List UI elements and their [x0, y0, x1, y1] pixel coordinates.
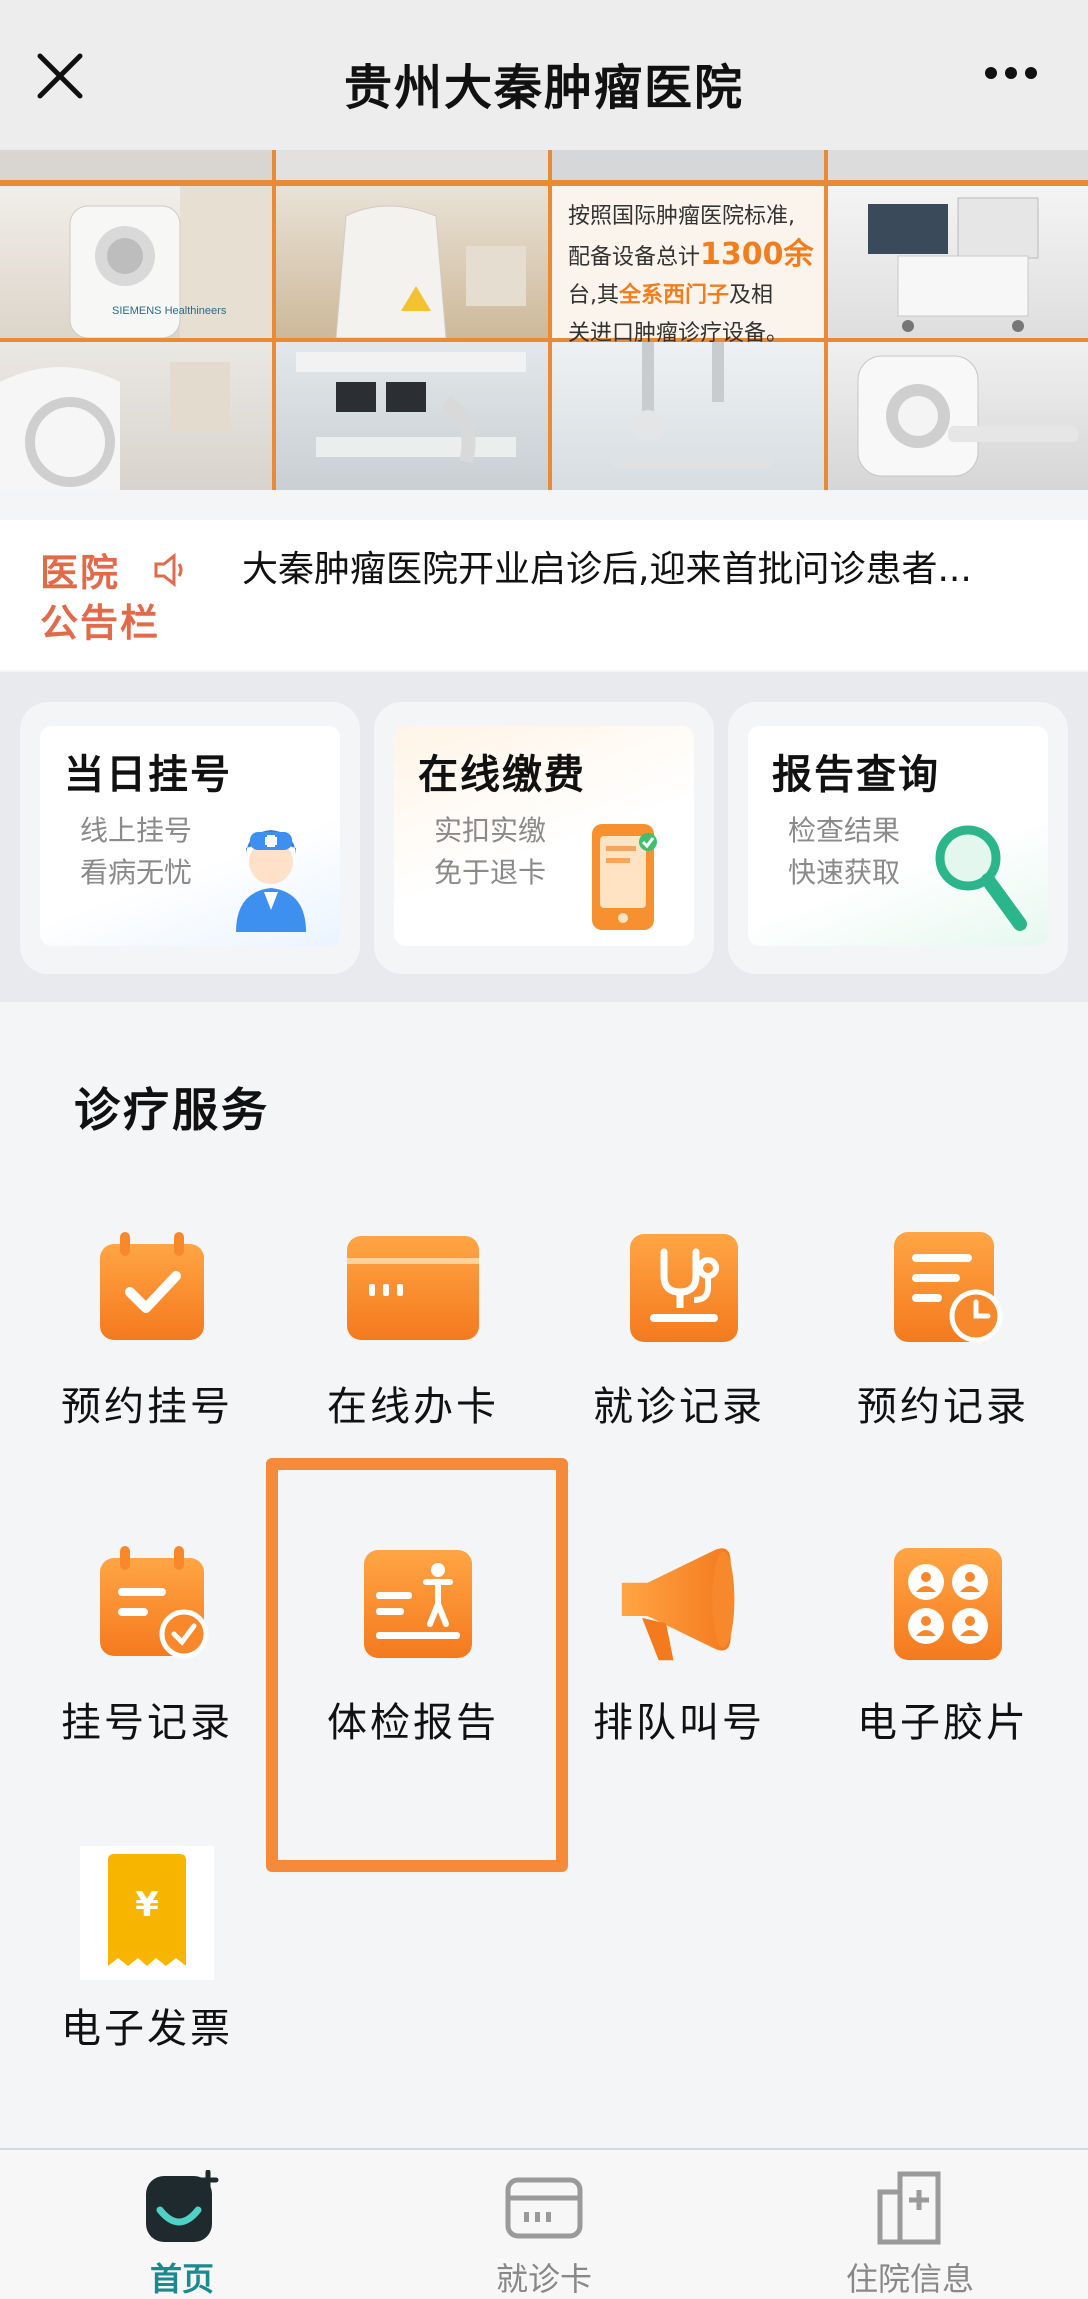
banner-brand-logo: SIEMENS Healthineers — [112, 305, 227, 317]
phone-payment-icon — [592, 824, 657, 930]
section-title-services: 诊疗服务 — [74, 1083, 270, 1137]
mri-photo — [0, 342, 272, 490]
card-outline-icon — [505, 2177, 583, 2239]
page-title: 贵州大秦肿瘤医院 — [343, 60, 744, 116]
service-queue-calling[interactable]: 排队叫号 — [554, 1544, 804, 1774]
announcement-bar[interactable]: 医院 公告栏 大秦肿瘤医院开业启诊后,迎来首批问诊患者... — [0, 520, 1088, 670]
speaker-icon — [154, 552, 183, 588]
operating-room-photo — [552, 342, 824, 490]
service-label: 电子胶片 — [857, 1700, 1029, 1746]
quick-card-same-day-registration[interactable]: 当日挂号 线上挂号看病无忧 — [20, 702, 360, 974]
hospital-building-icon — [877, 2171, 941, 2245]
tab-inpatient-info[interactable]: 住院信息 — [800, 2170, 1020, 2298]
banner-text-line2: 配备设备总计1300余 — [568, 237, 814, 272]
service-label: 排队叫号 — [593, 1700, 765, 1746]
home-smile-icon — [146, 2170, 219, 2242]
card-icon — [347, 1236, 479, 1340]
service-visit-records[interactable]: 就诊记录 — [554, 1228, 804, 1458]
quick-card-title: 报告查询 — [772, 752, 940, 798]
banner-text-line1: 按照国际肿瘤医院标准, — [568, 204, 795, 229]
anesthesia-machine-photo — [828, 186, 1088, 338]
megaphone-icon — [621, 1548, 735, 1661]
service-label: 预约挂号 — [61, 1384, 233, 1430]
film-grid-icon — [894, 1548, 1002, 1660]
tab-label: 住院信息 — [845, 2260, 974, 2298]
tab-visit-card[interactable]: 就诊卡 — [434, 2170, 654, 2298]
quick-card-online-payment[interactable]: 在线缴费 实扣实缴免于退卡 — [374, 702, 714, 974]
service-appointment-registration[interactable]: 预约挂号 — [22, 1228, 272, 1458]
magnifier-icon — [935, 825, 1027, 931]
top-nav-bar: 贵州大秦肿瘤医院 — [0, 0, 1088, 150]
service-online-card[interactable]: 在线办卡 — [288, 1228, 538, 1458]
announcement-text[interactable]: 大秦肿瘤医院开业启诊后,迎来首批问诊患者... — [242, 542, 1042, 598]
quick-card-desc: 检查结果快速获取 — [788, 814, 901, 889]
service-appointment-records[interactable]: 预约记录 — [818, 1228, 1068, 1458]
quick-actions: 当日挂号 线上挂号看病无忧 在线缴费 实扣实缴免于退卡 报告查询 检查结果快速获… — [0, 672, 1088, 1002]
service-label: 在线办卡 — [327, 1384, 499, 1430]
tab-label: 就诊卡 — [495, 2260, 592, 2298]
service-registration-records[interactable]: 挂号记录 — [22, 1544, 272, 1774]
stethoscope-icon — [630, 1234, 738, 1342]
service-electronic-invoice[interactable]: ¥ 电子发票 — [22, 1846, 272, 2080]
svg-text:¥: ¥ — [135, 1885, 159, 1925]
ct-scanner-photo: SIEMENS Healthineers — [0, 186, 272, 338]
quick-card-report-query[interactable]: 报告查询 检查结果快速获取 — [728, 702, 1068, 974]
service-label: 就诊记录 — [593, 1384, 765, 1430]
doctor-icon — [236, 830, 306, 932]
angiography-photo — [276, 342, 548, 490]
badge-line2: 公告栏 — [40, 601, 161, 645]
document-clock-icon — [894, 1232, 1003, 1343]
highlight-annotation-box — [266, 1458, 568, 1872]
calendar-list-icon — [100, 1546, 209, 1659]
more-options-icon[interactable] — [984, 64, 1038, 82]
banner-text-line3: 台,其全系西门子及相 — [568, 283, 774, 308]
calendar-check-icon — [100, 1232, 204, 1340]
banner-text-line4: 关进口肿瘤诊疗设备。 — [568, 321, 789, 346]
service-label: 挂号记录 — [61, 1700, 233, 1746]
quick-card-title: 在线缴费 — [418, 752, 586, 798]
bottom-tab-bar: 首页 就诊卡 住院信息 — [0, 2148, 1088, 2299]
equipment-banner[interactable]: SIEMENS Healthineers 按照国际肿瘤医院标准, 配备设备总计1… — [0, 150, 1088, 490]
quick-card-title: 当日挂号 — [64, 752, 232, 798]
tab-label: 首页 — [149, 2260, 214, 2298]
quick-card-desc: 实扣实缴免于退卡 — [434, 814, 547, 889]
ct-machine-photo — [828, 342, 1088, 490]
receipt-yen-icon: ¥ — [80, 1846, 214, 1980]
tab-home[interactable]: 首页 — [72, 2170, 292, 2298]
service-electronic-film[interactable]: 电子胶片 — [818, 1544, 1068, 1774]
quick-card-desc: 线上挂号看病无忧 — [80, 814, 193, 889]
banner-caption: 按照国际肿瘤医院标准, 配备设备总计1300余 台,其全系西门子及相 关进口肿瘤… — [568, 198, 814, 353]
service-label: 预约记录 — [857, 1384, 1029, 1430]
service-label: 电子发票 — [61, 2006, 233, 2052]
linear-accelerator-photo — [276, 186, 548, 338]
